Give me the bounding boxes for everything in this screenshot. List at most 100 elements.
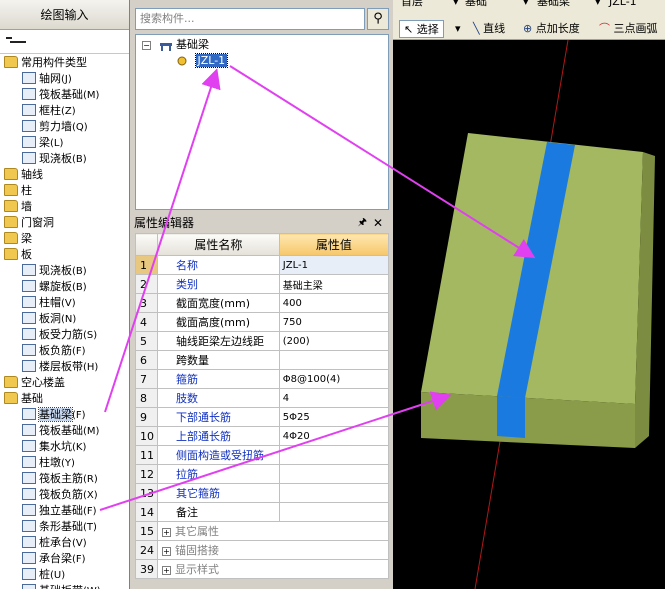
property-value[interactable] — [278, 350, 390, 370]
type-select[interactable]: 基础梁 — [537, 0, 570, 10]
nav-item[interactable]: 柱帽(V) — [22, 295, 76, 311]
property-editor-titlebar: 属性编辑器 🖈 ✕ — [131, 214, 391, 232]
nav-folder[interactable]: 空心楼盖 — [4, 375, 65, 391]
property-value[interactable]: 4Φ20 — [278, 426, 390, 446]
nav-item[interactable]: 柱墩(Y) — [22, 455, 75, 471]
dropdown-arrow-icon[interactable]: ▾ — [453, 0, 459, 10]
property-value[interactable]: (200) — [278, 331, 390, 351]
property-row[interactable]: 14 备注 — [135, 502, 390, 522]
nav-label: 基础 — [21, 392, 43, 405]
property-row[interactable]: 6 跨数量 — [135, 350, 390, 370]
nav-item[interactable]: 筏板基础(M) — [22, 87, 99, 103]
property-value[interactable]: 750 — [278, 312, 390, 332]
property-value[interactable]: 4 — [278, 388, 390, 408]
property-value[interactable] — [278, 464, 390, 484]
close-icon[interactable]: ✕ — [373, 214, 383, 232]
nav-item[interactable]: 筏板基础(M) — [22, 423, 99, 439]
nav-item[interactable]: 螺旋板(B) — [22, 279, 87, 295]
property-value[interactable]: Φ8@100(4) — [278, 369, 390, 389]
property-value[interactable] — [278, 445, 390, 465]
property-row[interactable]: 10 上部通长筋 4Φ20 — [135, 426, 390, 446]
dropdown-arrow-icon[interactable]: ▾ — [455, 20, 461, 38]
property-row[interactable]: 1 名称 JZL-1 — [135, 255, 390, 275]
arc-button[interactable]: ⌒ 三点画弧 — [599, 20, 658, 38]
property-group-row[interactable]: 24 + 锚固搭接 — [135, 540, 389, 560]
property-row[interactable]: 8 肢数 4 — [135, 388, 390, 408]
property-group-row[interactable]: 15 + 其它属性 — [135, 521, 389, 541]
nav-item[interactable]: 筏板负筋(X) — [22, 487, 98, 503]
search-input[interactable]: 搜索构件... — [135, 8, 365, 30]
property-row[interactable]: 5 轴线距梁左边线距 (200) — [135, 331, 390, 351]
nav-item[interactable]: 独立基础(F) — [22, 503, 97, 519]
property-row[interactable]: 11 侧面构造或受扭筋 — [135, 445, 390, 465]
nav-item[interactable]: 剪力墙(Q) — [22, 119, 88, 135]
expand-icon[interactable]: + — [162, 527, 171, 537]
property-row[interactable]: 2 类别 基础主梁 — [135, 274, 390, 294]
property-row[interactable]: 3 截面宽度(mm) 400 — [135, 293, 390, 313]
property-value[interactable] — [278, 483, 390, 503]
nav-item[interactable]: 轴网(J) — [22, 71, 72, 87]
nav-item[interactable]: 集水坑(K) — [22, 439, 86, 455]
nav-folder[interactable]: 板 — [4, 247, 32, 263]
nav-item[interactable]: 板洞(N) — [22, 311, 76, 327]
dropdown-arrow-icon[interactable]: ▾ — [595, 0, 601, 10]
nav-folder[interactable]: 柱 — [4, 183, 32, 199]
nav-item[interactable]: 梁(L) — [22, 135, 63, 151]
component-type-icon — [22, 360, 36, 372]
property-row[interactable]: 4 截面高度(mm) 750 — [135, 312, 390, 332]
nav-item[interactable]: 现浇板(B) — [22, 151, 87, 167]
property-editor-title: 属性编辑器 — [134, 216, 195, 230]
property-row[interactable]: 12 拉筋 — [135, 464, 390, 484]
component-select[interactable]: JZL-1 — [609, 0, 637, 10]
select-button[interactable]: ↖ 选择 — [399, 20, 444, 38]
nav-item[interactable]: 桩承台(V) — [22, 535, 87, 551]
nav-item[interactable]: 框柱(Z) — [22, 103, 76, 119]
floor-select[interactable]: 首层 — [401, 0, 423, 10]
property-row[interactable]: 9 下部通长筋 5Φ25 — [135, 407, 390, 427]
tree-view-icon[interactable] — [6, 37, 26, 47]
model-canvas[interactable] — [393, 40, 665, 589]
nav-folder[interactable]: 门窗洞 — [4, 215, 54, 231]
nav-folder[interactable]: 基础 — [4, 391, 43, 407]
point-length-button[interactable]: ⊕ 点加长度 — [523, 20, 580, 38]
property-value[interactable]: 基础主梁 — [278, 274, 390, 294]
nav-item[interactable]: 楼层板带(H) — [22, 359, 98, 375]
property-row[interactable]: 7 箍筋 Φ8@100(4) — [135, 369, 390, 389]
expand-icon[interactable]: + — [162, 546, 171, 556]
property-group[interactable]: + 其它属性 — [157, 521, 389, 541]
nav-item[interactable]: 桩(U) — [22, 567, 65, 583]
nav-item[interactable]: 条形基础(T) — [22, 519, 97, 535]
3d-viewport[interactable] — [393, 40, 665, 589]
property-value[interactable] — [278, 502, 390, 522]
property-value[interactable]: 5Φ25 — [278, 407, 390, 427]
property-group[interactable]: + 显示样式 — [157, 559, 389, 579]
nav-item[interactable]: 筏板主筋(R) — [22, 471, 98, 487]
component-type-icon — [22, 312, 36, 324]
collapse-icon[interactable]: − — [142, 40, 151, 50]
nav-item[interactable]: 板受力筋(S) — [22, 327, 97, 343]
component-type-icon — [22, 296, 36, 308]
nav-item[interactable]: 承台梁(F) — [22, 551, 86, 567]
nav-item[interactable]: 板负筋(F) — [22, 343, 86, 359]
property-value[interactable]: JZL-1 — [278, 255, 390, 275]
category-select[interactable]: 基础 — [465, 0, 487, 10]
dropdown-arrow-icon[interactable]: ▾ — [523, 0, 529, 10]
row-number: 2 — [135, 274, 158, 294]
nav-folder[interactable]: 梁 — [4, 231, 32, 247]
property-group-row[interactable]: 39 + 显示样式 — [135, 559, 389, 579]
nav-folder[interactable]: 轴线 — [4, 167, 43, 183]
property-value[interactable]: 400 — [278, 293, 390, 313]
search-button[interactable]: ⚲ — [367, 8, 389, 30]
nav-item[interactable]: 基础梁(F) — [22, 407, 86, 423]
property-group[interactable]: + 锚固搭接 — [157, 540, 389, 560]
nav-folder[interactable]: 墙 — [4, 199, 32, 215]
expand-icon[interactable]: + — [162, 565, 171, 575]
tree-root-row[interactable]: − 基础梁 — [142, 37, 209, 53]
pin-icon[interactable]: 🖈 — [358, 214, 367, 232]
nav-item[interactable]: 现浇板(B) — [22, 263, 87, 279]
line-button[interactable]: ╲ 直线 — [473, 20, 505, 38]
tree-child-row[interactable]: JZL-1 — [176, 53, 229, 69]
property-row[interactable]: 13 其它箍筋 — [135, 483, 390, 503]
nav-folder[interactable]: 常用构件类型 — [4, 55, 87, 71]
nav-item[interactable]: 基础板带(W) — [22, 583, 101, 589]
